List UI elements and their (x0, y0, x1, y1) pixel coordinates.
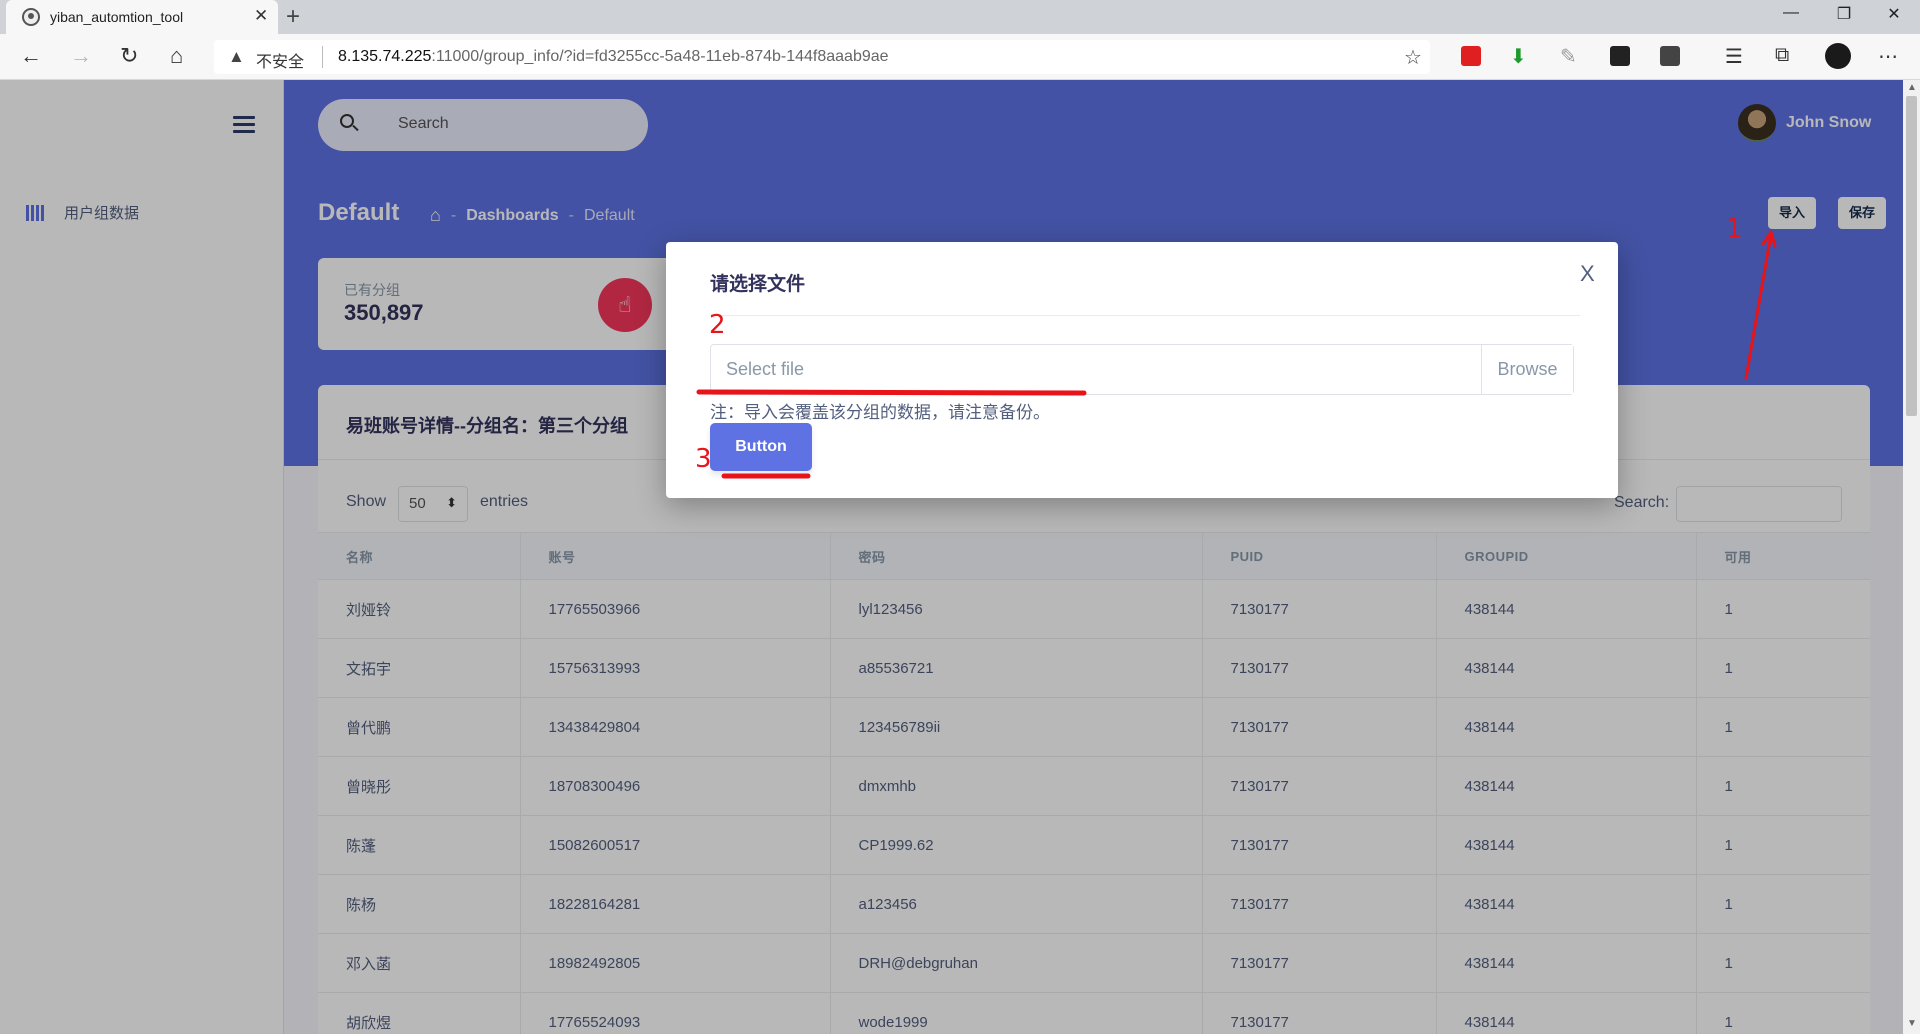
restore-button[interactable]: ❐ (1824, 4, 1864, 24)
url-host: 8.135.74.225 (338, 48, 432, 65)
reload-icon[interactable]: ↻ (120, 44, 138, 68)
close-window-button[interactable]: ✕ (1874, 4, 1914, 24)
scroll-thumb[interactable] (1906, 96, 1917, 416)
browser-toolbar: ← → ↻ ⌂ ▲ 不安全 8.135.74.225:11000/group_i… (0, 34, 1920, 80)
scroll-up-icon[interactable]: ▲ (1907, 82, 1917, 93)
tab-title: yiban_automtion_tool (50, 9, 184, 25)
file-placeholder: Select file (726, 359, 805, 379)
extension-red-icon[interactable] (1461, 46, 1481, 66)
favorites-list-icon[interactable]: ☰ (1725, 44, 1743, 69)
url-text[interactable]: 8.135.74.225:11000/group_info/?id=fd3255… (338, 48, 889, 66)
annotation-step-3: 3 (695, 444, 712, 474)
file-select-input[interactable]: Select file Browse (710, 344, 1574, 395)
download-arrow-icon[interactable]: ⬇ (1510, 44, 1527, 69)
back-icon[interactable]: ← (20, 44, 42, 68)
import-note: 注：导入会覆盖该分组的数据，请注意备份。 (710, 403, 1050, 422)
modal-title: 请选择文件 (710, 274, 806, 295)
favicon-icon (22, 8, 40, 26)
security-label[interactable]: 不安全 (256, 48, 304, 72)
scroll-down-icon[interactable]: ▼ (1907, 1018, 1917, 1029)
annotation-step-1: 1 (1726, 214, 1743, 244)
profile-icon[interactable] (1825, 43, 1851, 69)
page-scrollbar[interactable]: ▲ ▼ (1903, 80, 1920, 1034)
browser-tab[interactable]: yiban_automtion_tool ✕ (6, 0, 278, 34)
browse-button[interactable]: Browse (1481, 345, 1573, 394)
home-icon[interactable]: ⌂ (170, 44, 183, 68)
divider (710, 315, 1580, 316)
submit-button[interactable]: Button (710, 423, 812, 471)
modal-backdrop[interactable] (0, 80, 1903, 1034)
file-upload-modal: 请选择文件 X Select file Browse 注：导入会覆盖该分组的数据… (666, 242, 1618, 498)
annotation-step-2: 2 (709, 310, 726, 340)
warning-icon: ▲ (228, 47, 245, 66)
tab-close-icon[interactable]: ✕ (254, 6, 268, 26)
extension-dark-icon[interactable] (1610, 46, 1630, 66)
minimize-button[interactable]: — (1771, 4, 1811, 22)
favorite-star-icon[interactable]: ☆ (1404, 45, 1422, 70)
browser-tab-bar: yiban_automtion_tool ✕ + — ❐ ✕ (0, 0, 1920, 34)
modal-close-button[interactable]: X (1580, 261, 1595, 287)
address-bar[interactable]: ▲ 不安全 8.135.74.225:11000/group_info/?id=… (214, 40, 1430, 74)
collections-icon[interactable]: ⧉ (1775, 44, 1789, 67)
url-divider (322, 46, 323, 68)
new-tab-button[interactable]: + (286, 3, 300, 31)
forward-icon[interactable]: → (70, 44, 92, 68)
more-options-icon[interactable]: ⋯ (1878, 44, 1898, 69)
url-path: :11000/group_info/?id=fd3255cc-5a48-11eb… (431, 48, 889, 65)
selenium-icon[interactable] (1660, 46, 1680, 66)
feather-icon[interactable]: ✎ (1560, 44, 1577, 69)
